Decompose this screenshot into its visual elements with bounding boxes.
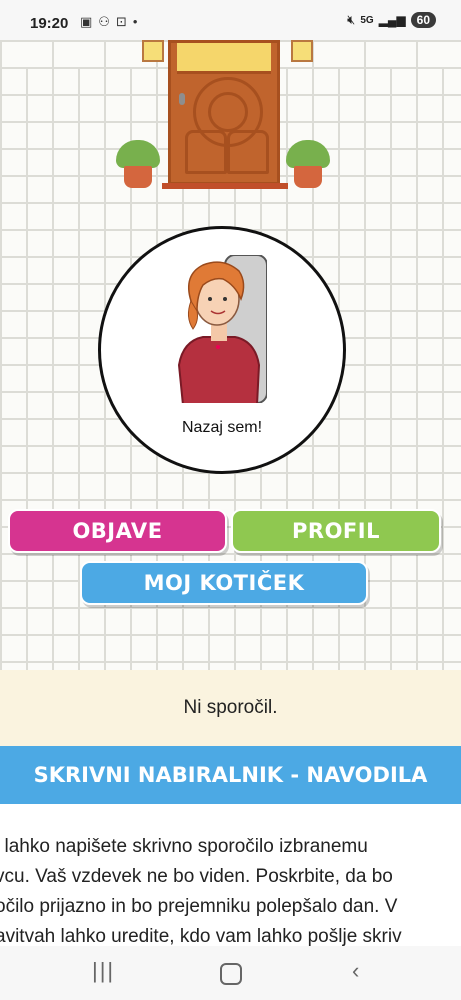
signal-icon: ▂▄▆ xyxy=(378,13,406,27)
instructions-panel: j lahko napišete skrivno sporočilo izbra… xyxy=(0,804,461,946)
profile-avatar-card[interactable]: Nazaj sem! xyxy=(98,226,346,474)
system-navigation-bar: ||| ‹ xyxy=(0,946,461,1000)
recents-icon[interactable]: ||| xyxy=(92,958,115,984)
status-system-icons: 🔇︎ 5G ▂▄▆ 60 xyxy=(347,12,436,28)
door-step xyxy=(162,183,288,189)
instructions-title: SKRIVNI NABIRALNIK - NAVODILA xyxy=(33,763,428,787)
dot-icon: • xyxy=(132,14,138,29)
status-bar: 19:20 ▣ ⚇ ⊡ • 🔇︎ 5G ▂▄▆ 60 xyxy=(0,0,461,40)
instructions-line: vcu. Vaš vzdevek ne bo viden. Poskrbite,… xyxy=(0,866,393,887)
objave-button[interactable]: OBJAVE xyxy=(8,509,227,553)
instructions-header: SKRIVNI NABIRALNIK - NAVODILA xyxy=(0,746,461,804)
app-icon: ▣ xyxy=(80,14,93,29)
status-time: 19:20 xyxy=(30,15,69,32)
screenshot-icon: ⊡ xyxy=(115,14,127,29)
avatar-illustration xyxy=(177,255,267,403)
moj-koticek-button[interactable]: MOJ KOTIČEK xyxy=(80,561,368,605)
door-illustration xyxy=(168,40,280,185)
plant-pot-icon xyxy=(286,140,330,188)
messages-panel: Ni sporočil. xyxy=(0,670,461,746)
network-label: 5G xyxy=(360,14,374,26)
instructions-line: avitvah lahko uredite, kdo vam lahko poš… xyxy=(0,926,402,946)
app-icon: ⚇ xyxy=(98,14,110,29)
mute-icon: 🔇︎ xyxy=(347,12,356,27)
instructions-text: j lahko napišete skrivno sporočilo izbra… xyxy=(0,832,461,946)
instructions-line: j lahko napišete skrivno sporočilo izbra… xyxy=(0,836,368,857)
back-icon[interactable]: ‹ xyxy=(352,958,359,984)
no-messages-text: Ni sporočil. xyxy=(183,697,278,718)
profil-button[interactable]: PROFIL xyxy=(231,509,441,553)
instructions-line: očilo prijazno in bo prejemniku polepšal… xyxy=(0,896,398,917)
home-icon[interactable] xyxy=(220,963,242,985)
wall-lamp-icon xyxy=(291,40,313,62)
battery-icon: 60 xyxy=(410,12,436,28)
wall-lamp-icon xyxy=(142,40,164,62)
avatar-caption: Nazaj sem! xyxy=(181,419,263,436)
status-notification-icons: ▣ ⚇ ⊡ • xyxy=(80,14,137,30)
plant-pot-icon xyxy=(116,140,160,188)
